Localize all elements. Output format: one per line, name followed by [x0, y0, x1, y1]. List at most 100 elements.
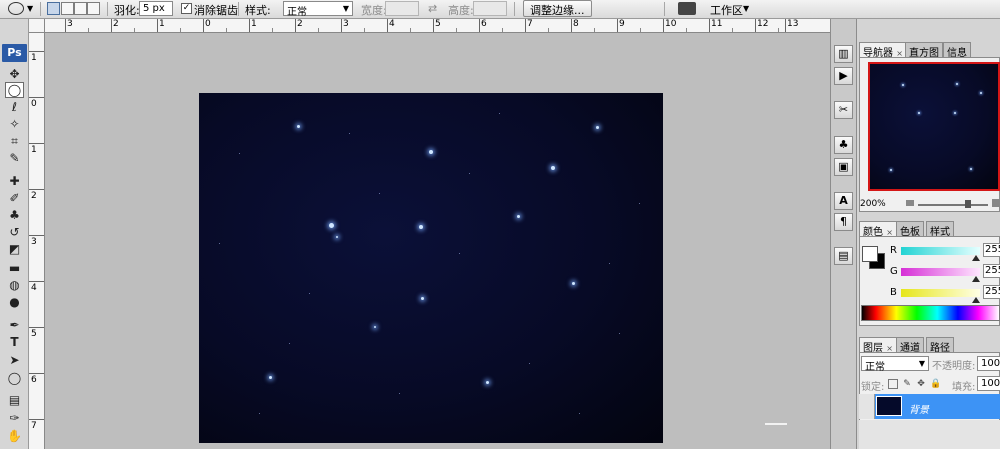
- tab-channels[interactable]: 通道: [896, 337, 924, 354]
- hand-icon[interactable]: ✋: [5, 428, 24, 444]
- tab-info[interactable]: 信息: [943, 42, 971, 59]
- fill-input[interactable]: 100%: [977, 376, 1000, 391]
- type-icon[interactable]: T: [5, 334, 24, 350]
- dust: [399, 393, 400, 394]
- shape-icon[interactable]: ◯: [5, 370, 24, 386]
- style-value: 正常: [287, 7, 307, 18]
- workspace-icon[interactable]: [678, 2, 696, 15]
- brush-icon[interactable]: ✐: [5, 190, 24, 206]
- channel-g-thumb[interactable]: [972, 276, 980, 282]
- pen-icon[interactable]: ✒: [5, 317, 24, 333]
- intersect-selection-button[interactable]: [87, 2, 100, 15]
- tab-paths[interactable]: 路径: [926, 337, 954, 354]
- refine-edge-button[interactable]: 调整边缘...: [523, 0, 592, 17]
- path-selection-icon[interactable]: ➤: [5, 352, 24, 368]
- zoom-out-icon[interactable]: [906, 200, 914, 206]
- antialias-label: 消除锯齿: [194, 4, 238, 17]
- feather-input[interactable]: 5 px: [139, 1, 173, 16]
- ruler-label: 3: [343, 19, 349, 29]
- style-select[interactable]: 正常 ▼: [283, 1, 353, 18]
- dust: [609, 263, 610, 264]
- feather-label: 羽化:: [114, 4, 140, 17]
- tools-preset-dock-icon[interactable]: ✂: [834, 101, 853, 119]
- star: [297, 125, 300, 128]
- tab-navigator[interactable]: 导航器 ×: [859, 42, 907, 59]
- ruler-vertical[interactable]: 1 0 1 2 3 4 5 6 7: [29, 33, 45, 449]
- channel-g-input[interactable]: 255: [983, 264, 1000, 278]
- star: [329, 223, 334, 228]
- layer-thumbnail: [876, 396, 902, 416]
- zoom-value[interactable]: 200%: [860, 199, 886, 209]
- channel-r-slider[interactable]: [901, 247, 980, 255]
- workspace-menu[interactable]: 工作区: [710, 2, 743, 18]
- ellipse-marquee-icon[interactable]: [8, 2, 24, 15]
- history-brush-icon[interactable]: ↺: [5, 224, 24, 240]
- ellipse-marquee-icon[interactable]: ◯: [5, 82, 24, 98]
- divider: [664, 2, 665, 16]
- foreground-color-swatch[interactable]: [862, 246, 878, 262]
- width-input[interactable]: [385, 1, 419, 16]
- eyedropper-icon[interactable]: ✑: [5, 410, 24, 426]
- ruler-tick: [341, 19, 342, 32]
- dodge-icon[interactable]: ●: [5, 294, 24, 310]
- star: [551, 166, 555, 170]
- lock-transparent-icon[interactable]: [888, 379, 898, 389]
- slice-icon[interactable]: ✎: [5, 150, 24, 166]
- height-input[interactable]: [473, 1, 507, 16]
- channel-b-thumb[interactable]: [972, 297, 980, 303]
- chevron-down-icon[interactable]: ▼: [27, 4, 33, 13]
- channel-r-input[interactable]: 255: [983, 243, 1000, 257]
- channel-b-slider[interactable]: [901, 289, 980, 297]
- document-canvas[interactable]: [199, 93, 663, 443]
- move-tool-icon[interactable]: ✥: [5, 66, 24, 82]
- channel-b-input[interactable]: 255: [983, 285, 1000, 299]
- eye-icon[interactable]: [859, 394, 875, 419]
- layer-comps-dock-icon[interactable]: ▤: [834, 247, 853, 265]
- brushes-dock-icon[interactable]: ▣: [834, 158, 853, 176]
- tab-histogram[interactable]: 直方图: [905, 42, 943, 59]
- actions-dock-icon[interactable]: ▶: [834, 67, 853, 85]
- zoom-slider-thumb[interactable]: [965, 200, 971, 208]
- ruler-label: 0: [31, 99, 37, 109]
- navigator-dock-icon[interactable]: ▥: [834, 45, 853, 63]
- lock-position-icon[interactable]: ✥: [916, 379, 926, 389]
- gradient-icon[interactable]: ▬: [5, 260, 24, 276]
- antialias-checkbox[interactable]: ✓: [181, 3, 192, 14]
- ruler-horizontal[interactable]: 3 2 1 0 1 2 3 4 5 6 7 8 9 10 11 12 13: [45, 19, 830, 33]
- notes-icon[interactable]: ▤: [5, 392, 24, 408]
- tab-layers[interactable]: 图层 ×: [859, 337, 897, 354]
- tab-styles[interactable]: 样式: [926, 221, 954, 238]
- zoom-slider[interactable]: [918, 204, 988, 206]
- layer-name[interactable]: 背景: [909, 401, 929, 416]
- color-spectrum-bar[interactable]: [861, 305, 1000, 321]
- tab-color[interactable]: 颜色 ×: [859, 221, 897, 238]
- clone-stamp-icon[interactable]: ♣: [5, 207, 24, 223]
- add-selection-button[interactable]: [61, 2, 74, 15]
- swap-icon[interactable]: ⇄: [428, 2, 437, 15]
- lock-all-icon[interactable]: 🔒: [930, 379, 941, 389]
- channel-g-slider[interactable]: [901, 268, 980, 276]
- star: [918, 112, 920, 114]
- ruler-label: 6: [31, 375, 37, 385]
- eraser-icon[interactable]: ◩: [5, 241, 24, 257]
- channel-r-thumb[interactable]: [972, 255, 980, 261]
- ruler-label: 0: [205, 19, 211, 29]
- crop-icon[interactable]: ⌗: [5, 133, 24, 149]
- opacity-input[interactable]: 100%: [977, 356, 1000, 371]
- navigator-preview[interactable]: [868, 62, 1000, 191]
- character-dock-icon[interactable]: A: [834, 192, 853, 210]
- star: [970, 168, 972, 170]
- lock-pixels-icon[interactable]: ✎: [902, 379, 912, 389]
- blend-mode-select[interactable]: 正常 ▼: [861, 356, 929, 373]
- paragraph-dock-icon[interactable]: ¶: [834, 213, 853, 231]
- tab-swatches[interactable]: 色板: [896, 221, 924, 238]
- lasso-icon[interactable]: ℓ: [5, 99, 24, 115]
- new-selection-button[interactable]: [47, 2, 60, 15]
- magic-wand-icon[interactable]: ✧: [5, 116, 24, 132]
- zoom-in-icon[interactable]: [992, 199, 1000, 207]
- clone-source-dock-icon[interactable]: ♣: [834, 136, 853, 154]
- blur-icon[interactable]: ◍: [5, 277, 24, 293]
- healing-brush-icon[interactable]: ✚: [5, 173, 24, 189]
- chevron-down-icon[interactable]: ▼: [743, 4, 749, 13]
- subtract-selection-button[interactable]: [74, 2, 87, 15]
